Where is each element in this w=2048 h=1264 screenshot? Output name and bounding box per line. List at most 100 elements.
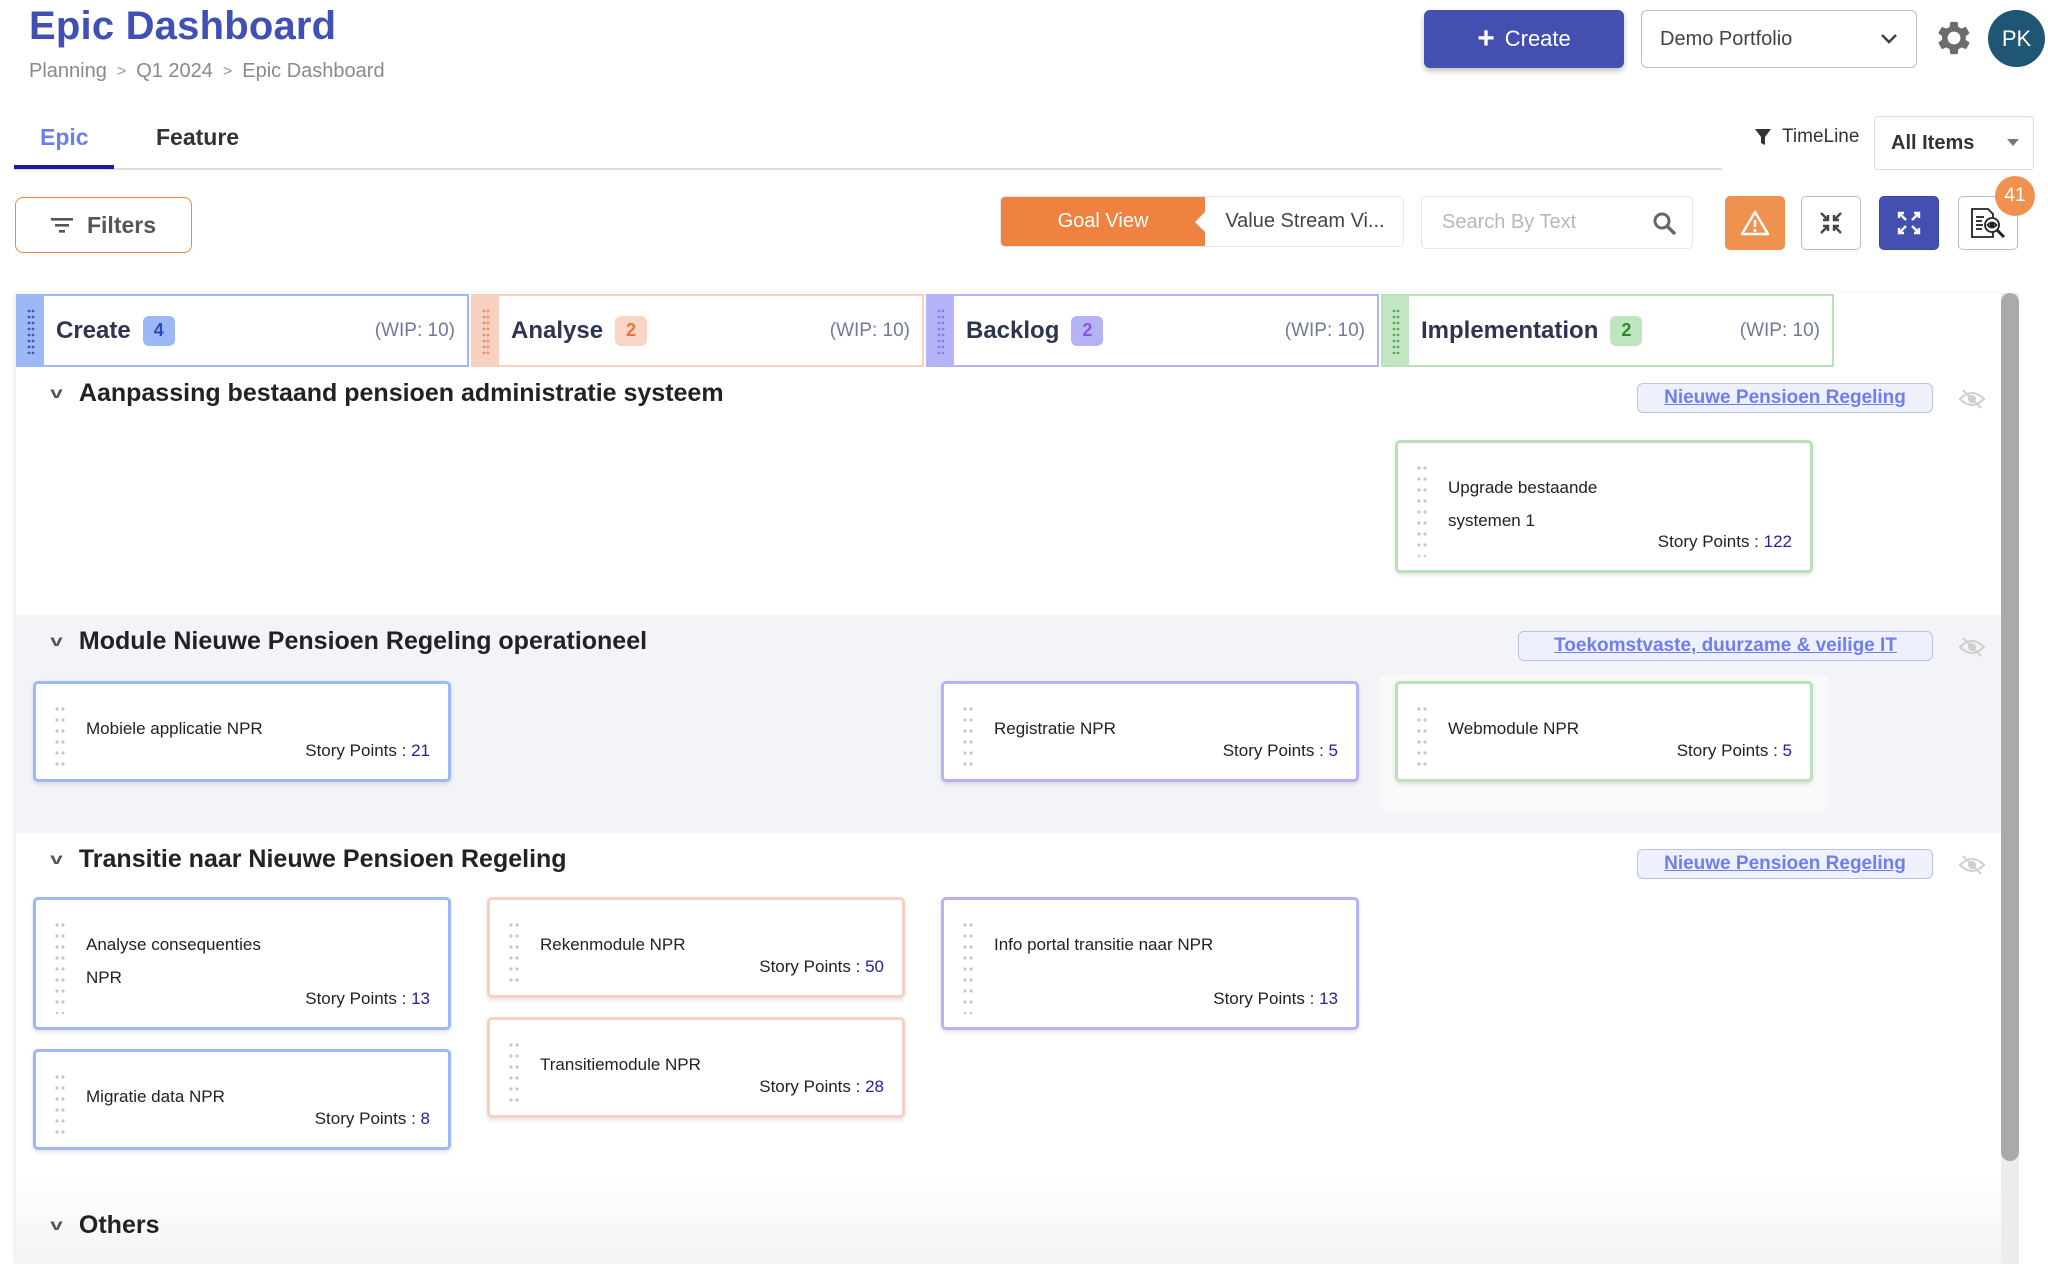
report-count-badge: 41 (1995, 176, 2035, 216)
drag-handle-icon[interactable] (54, 706, 66, 768)
column-name: Create (56, 316, 131, 344)
drag-handle-icon[interactable] (54, 922, 66, 1014)
breadcrumb-separator: > (116, 62, 127, 80)
warnings-button[interactable] (1725, 196, 1785, 250)
column-header-create[interactable]: Create 4 (WIP: 10) (16, 294, 469, 367)
column-header-analyse[interactable]: Analyse 2 (WIP: 10) (471, 294, 924, 367)
tab-feature[interactable]: Feature (156, 124, 239, 168)
eye-off-icon[interactable] (1958, 853, 1986, 877)
epic-card[interactable]: Registratie NPR Story Points : 5 (941, 681, 1359, 782)
swimlane-header[interactable]: v Others (50, 1211, 159, 1240)
story-points-value: 5 (1782, 741, 1792, 760)
epic-card[interactable]: Upgrade bestaande systemen 1 Story Point… (1395, 440, 1813, 573)
timeline-label: TimeLine (1782, 126, 1860, 147)
timeline-filter[interactable]: TimeLine (1754, 126, 1859, 148)
create-button[interactable]: + Create (1424, 10, 1624, 68)
drag-handle-icon[interactable] (1416, 465, 1428, 557)
tab-epic[interactable]: Epic (40, 124, 89, 168)
column-wip-limit: (WIP: 10) (1739, 319, 1820, 341)
drag-handle-icon[interactable] (18, 296, 44, 365)
portfolio-select[interactable]: Demo Portfolio (1641, 10, 1917, 68)
filters-button[interactable]: Filters (15, 197, 192, 253)
view-toggle: Goal View Value Stream Vi... (1000, 196, 1404, 247)
chevron-down-icon[interactable]: v (50, 851, 62, 869)
column-count-badge: 2 (1071, 315, 1104, 346)
scrollbar-thumb[interactable] (2001, 293, 2019, 1161)
epic-card[interactable]: Mobiele applicatie NPR Story Points : 21 (33, 681, 451, 782)
timeline-select[interactable]: All Items (1874, 116, 2034, 170)
kanban-board: Create 4 (WIP: 10) Analyse 2 (WIP: 10) B… (16, 293, 2002, 1264)
breadcrumb-planning[interactable]: Planning (29, 60, 107, 83)
story-points: Story Points : 8 (315, 1109, 430, 1129)
drag-handle-icon[interactable] (508, 1042, 520, 1104)
funnel-icon (1755, 129, 1771, 145)
story-points-label: Story Points : (1657, 532, 1764, 551)
goal-tag[interactable]: Toekomstvaste, duurzame & veilige IT (1518, 631, 1933, 661)
story-points-label: Story Points : (759, 957, 866, 976)
swimlane: v Transitie naar Nieuwe Pensioen Regelin… (16, 833, 2002, 1173)
story-points: Story Points : 28 (759, 1077, 884, 1097)
drag-handle-icon[interactable] (962, 706, 974, 768)
story-points-value: 28 (865, 1077, 884, 1096)
breadcrumb-q1-2024[interactable]: Q1 2024 (136, 60, 213, 83)
eye-off-icon[interactable] (1958, 635, 1986, 659)
drag-handle-icon[interactable] (1383, 296, 1409, 365)
drag-handle-icon[interactable] (962, 922, 974, 1014)
goal-tag[interactable]: Nieuwe Pensioen Regeling (1637, 849, 1933, 879)
chevron-down-icon[interactable]: v (50, 633, 62, 651)
epic-card[interactable]: Info portal transitie naar NPR Story Poi… (941, 897, 1359, 1030)
caret-down-icon (2007, 139, 2019, 146)
card-title: Analyse consequenties NPR (86, 935, 261, 987)
goal-view-button[interactable]: Goal View (1001, 197, 1205, 246)
portfolio-select-value: Demo Portfolio (1660, 27, 1793, 50)
expand-all-button[interactable] (1879, 196, 1939, 250)
column-name: Backlog (966, 316, 1060, 344)
drag-handle-icon[interactable] (1416, 706, 1428, 768)
epic-card[interactable]: Rekenmodule NPR Story Points : 50 (487, 897, 905, 998)
column-header-implementation[interactable]: Implementation 2 (WIP: 10) (1381, 294, 1834, 367)
swimlane-header[interactable]: v Module Nieuwe Pensioen Regeling operat… (50, 627, 647, 656)
swimlane-header[interactable]: v Aanpassing bestaand pensioen administr… (50, 379, 723, 408)
gear-icon[interactable] (1932, 16, 1976, 60)
column-count-badge: 2 (1610, 315, 1643, 346)
story-points-label: Story Points : (759, 1077, 866, 1096)
active-tab-indicator (14, 165, 114, 169)
eye-off-icon[interactable] (1958, 387, 1986, 411)
epic-card[interactable]: Webmodule NPR Story Points : 5 (1395, 681, 1813, 782)
swimlane: v Module Nieuwe Pensioen Regeling operat… (16, 615, 2002, 833)
drag-handle-icon[interactable] (54, 1074, 66, 1136)
story-points: Story Points : 13 (305, 989, 430, 1009)
avatar[interactable]: PK (1988, 10, 2045, 67)
swimlane-header[interactable]: v Transitie naar Nieuwe Pensioen Regelin… (50, 845, 566, 874)
value-stream-view-button[interactable]: Value Stream Vi... (1205, 197, 1403, 246)
collapse-all-button[interactable] (1801, 196, 1861, 250)
column-header-backlog[interactable]: Backlog 2 (WIP: 10) (926, 294, 1379, 367)
story-points-label: Story Points : (1676, 741, 1783, 760)
story-points-label: Story Points : (305, 989, 412, 1008)
column-count-badge: 2 (615, 315, 648, 346)
search-input[interactable]: Search By Text (1421, 196, 1693, 249)
filters-button-label: Filters (86, 211, 157, 238)
story-points: Story Points : 122 (1658, 532, 1792, 552)
warning-icon (1740, 210, 1770, 236)
tab-bar: Epic Feature (14, 120, 1722, 170)
column-wip-limit: (WIP: 10) (1284, 319, 1365, 341)
swimlane: v Aanpassing bestaand pensioen administr… (16, 369, 2002, 609)
epic-card[interactable]: Transitiemodule NPR Story Points : 28 (487, 1017, 905, 1118)
drag-handle-icon[interactable] (508, 922, 520, 984)
collapse-icon (1820, 212, 1842, 234)
plus-icon: + (1477, 22, 1495, 55)
column-wip-limit: (WIP: 10) (374, 319, 455, 341)
card-title: Upgrade bestaande systemen 1 (1448, 478, 1598, 530)
chevron-down-icon[interactable]: v (50, 385, 62, 403)
page-title: Epic Dashboard (29, 4, 337, 48)
story-points-value: 50 (865, 957, 884, 976)
epic-card[interactable]: Analyse consequenties NPR Story Points :… (33, 897, 451, 1030)
breadcrumb-epic-dashboard: Epic Dashboard (242, 60, 385, 82)
drag-handle-icon[interactable] (928, 296, 954, 365)
goal-tag[interactable]: Nieuwe Pensioen Regeling (1637, 383, 1933, 413)
column-count-badge: 4 (142, 315, 175, 346)
drag-handle-icon[interactable] (473, 296, 499, 365)
epic-card[interactable]: Migratie data NPR Story Points : 8 (33, 1049, 451, 1150)
chevron-down-icon[interactable]: v (50, 1217, 62, 1235)
